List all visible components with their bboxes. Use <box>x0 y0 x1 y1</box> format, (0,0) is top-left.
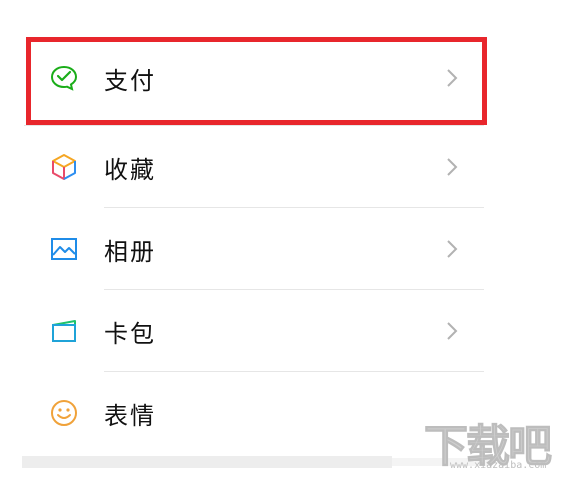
watermark-url: www.xiazaiba.com <box>450 460 547 471</box>
menu-item-label: 相册 <box>104 237 156 266</box>
chevron-right-icon <box>444 66 460 90</box>
menu-item-label: 支付 <box>104 66 156 95</box>
sticker-icon <box>48 397 80 429</box>
menu-item-pay[interactable]: 支付 <box>24 30 484 126</box>
menu-item-card-wallet[interactable]: 卡包 <box>24 290 484 372</box>
me-menu-list: 支付 收藏 相册 卡包 表情 <box>24 30 484 454</box>
pay-icon <box>48 62 80 94</box>
album-icon <box>48 233 80 265</box>
chevron-right-icon <box>444 155 460 179</box>
menu-item-sticker[interactable]: 表情 <box>24 372 484 454</box>
watermark-logo: 下载吧 www.xiazaiba.com <box>420 410 560 474</box>
menu-item-album[interactable]: 相册 <box>24 208 484 290</box>
menu-item-favorites[interactable]: 收藏 <box>24 126 484 208</box>
favorites-icon <box>48 151 80 183</box>
menu-item-label: 卡包 <box>104 319 156 348</box>
menu-item-label: 表情 <box>104 401 156 430</box>
chevron-right-icon <box>444 319 460 343</box>
card-wallet-icon <box>48 315 80 347</box>
menu-item-label: 收藏 <box>104 155 156 184</box>
chevron-right-icon <box>444 237 460 261</box>
section-gap <box>22 456 392 468</box>
